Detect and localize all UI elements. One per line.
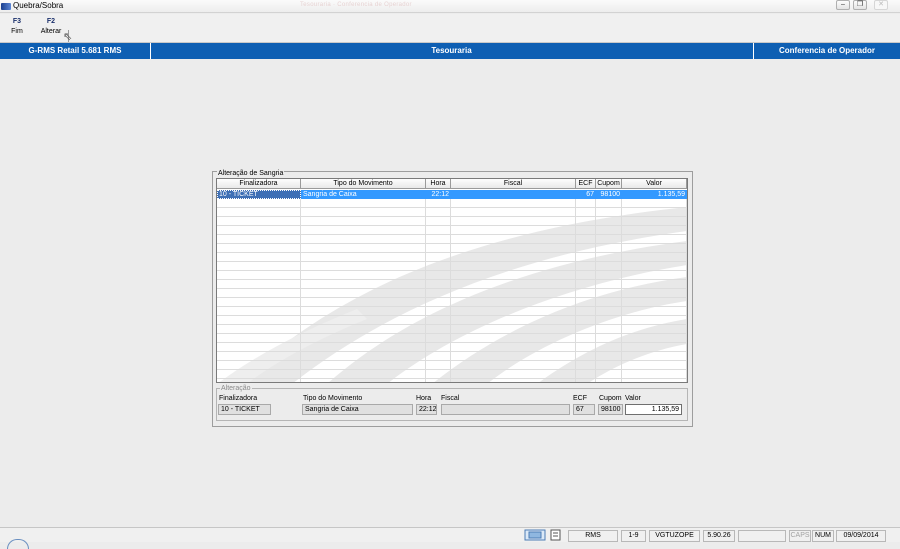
tipo-movimento-field: Sangria de Caixa bbox=[302, 404, 413, 415]
cell-finalizadora[interactable]: 10 - TICKET bbox=[217, 190, 301, 199]
ecf-field: 67 bbox=[573, 404, 595, 415]
grid-column-line bbox=[425, 190, 426, 382]
cell-cupom[interactable]: 98100 bbox=[596, 190, 622, 199]
toolbar: F3 Fim F2 Alterar ⇖ bbox=[0, 14, 900, 43]
status-version: 5.90.26 bbox=[703, 530, 735, 542]
cupom-field: 98100 bbox=[598, 404, 623, 415]
window-title-bar: Quebra/Sobra Tesouraria · Conferencia de… bbox=[0, 0, 900, 13]
cell-valor[interactable]: 1.135,59 bbox=[622, 190, 687, 199]
close-button[interactable]: ✕ bbox=[874, 0, 888, 10]
window-title-ghost: Tesouraria · Conferencia de Operador bbox=[300, 2, 412, 8]
hora-field: 22:12 bbox=[416, 404, 437, 415]
label-valor: Valor bbox=[625, 395, 641, 402]
cell-fiscal[interactable] bbox=[451, 190, 576, 199]
cell-tipo-movimento[interactable]: Sangria de Caixa bbox=[301, 190, 426, 199]
fim-button[interactable]: F3 Fim bbox=[0, 17, 34, 41]
label-hora: Hora bbox=[416, 395, 432, 402]
status-user: VGTUZOPE bbox=[649, 530, 700, 542]
fiscal-field bbox=[441, 404, 570, 415]
header-screen-name: Conferencia de Operador bbox=[778, 46, 876, 55]
header-system-name: G-RMS Retail 5.681 RMS bbox=[28, 46, 122, 55]
minimize-button[interactable]: – bbox=[836, 0, 850, 10]
finalizadora-field: 10 - TICKET bbox=[218, 404, 271, 415]
status-system: RMS bbox=[568, 530, 618, 542]
globe-icon bbox=[7, 539, 29, 549]
status-range: 1-9 bbox=[621, 530, 646, 542]
col-tipo-movimento[interactable]: Tipo do Movimento bbox=[301, 179, 426, 189]
window-title: Quebra/Sobra bbox=[13, 1, 64, 10]
col-valor[interactable]: Valor bbox=[622, 179, 687, 189]
cell-hora[interactable]: 22:12 bbox=[426, 190, 451, 199]
alteracao-group-title: Alteração bbox=[220, 384, 252, 393]
label-fiscal: Fiscal bbox=[441, 395, 460, 402]
alteracao-sangria-panel: Alteração de Sangria Finalizadora Tipo d… bbox=[212, 169, 693, 427]
col-hora[interactable]: Hora bbox=[426, 179, 451, 189]
grid-column-line bbox=[575, 190, 576, 382]
col-finalizadora[interactable]: Finalizadora bbox=[217, 179, 301, 189]
grid-rows bbox=[217, 190, 687, 382]
label-cupom: Cupom bbox=[599, 395, 622, 402]
sangria-grid[interactable]: Finalizadora Tipo do Movimento Hora Fisc… bbox=[216, 178, 688, 383]
grid-column-line bbox=[300, 190, 301, 382]
status-num: NUM bbox=[812, 530, 834, 542]
header-module: Tesouraria bbox=[431, 46, 472, 55]
grid-column-line bbox=[621, 190, 622, 382]
document-icon bbox=[550, 529, 561, 541]
panel-title: Alteração de Sangria bbox=[217, 169, 285, 178]
status-bar: RMS 1-9 VGTUZOPE 5.90.26 CAPS NUM 09/09/… bbox=[0, 527, 900, 549]
header-band: G-RMS Retail 5.681 RMS Tesouraria Confer… bbox=[0, 43, 900, 59]
grid-column-line bbox=[686, 190, 687, 382]
restore-button[interactable]: ❐ bbox=[853, 0, 867, 10]
label-ecf: ECF bbox=[573, 395, 587, 402]
cell-ecf[interactable]: 67 bbox=[576, 190, 596, 199]
alteracao-group: Alteração Finalizadora Tipo do Movimento… bbox=[216, 384, 688, 421]
col-cupom[interactable]: Cupom bbox=[596, 179, 622, 189]
grid-column-line bbox=[450, 190, 451, 382]
label-finalizadora: Finalizadora bbox=[219, 395, 258, 402]
grid-header: Finalizadora Tipo do Movimento Hora Fisc… bbox=[217, 179, 687, 190]
status-date: 09/09/2014 bbox=[836, 530, 886, 542]
grid-column-line bbox=[595, 190, 596, 382]
valor-input[interactable]: 1.135,59 bbox=[625, 404, 682, 415]
mouse-cursor-icon: ⇖ bbox=[63, 31, 73, 43]
fim-label: Fim bbox=[11, 28, 23, 35]
col-ecf[interactable]: ECF bbox=[576, 179, 596, 189]
status-empty bbox=[738, 530, 786, 542]
status-caps: CAPS bbox=[789, 530, 811, 542]
printer-icon bbox=[524, 529, 546, 541]
fim-key: F3 bbox=[12, 18, 22, 25]
label-tipo-movimento: Tipo do Movimento bbox=[303, 395, 363, 402]
app-icon bbox=[1, 3, 11, 10]
col-fiscal[interactable]: Fiscal bbox=[451, 179, 576, 189]
alterar-key: F2 bbox=[46, 18, 56, 25]
